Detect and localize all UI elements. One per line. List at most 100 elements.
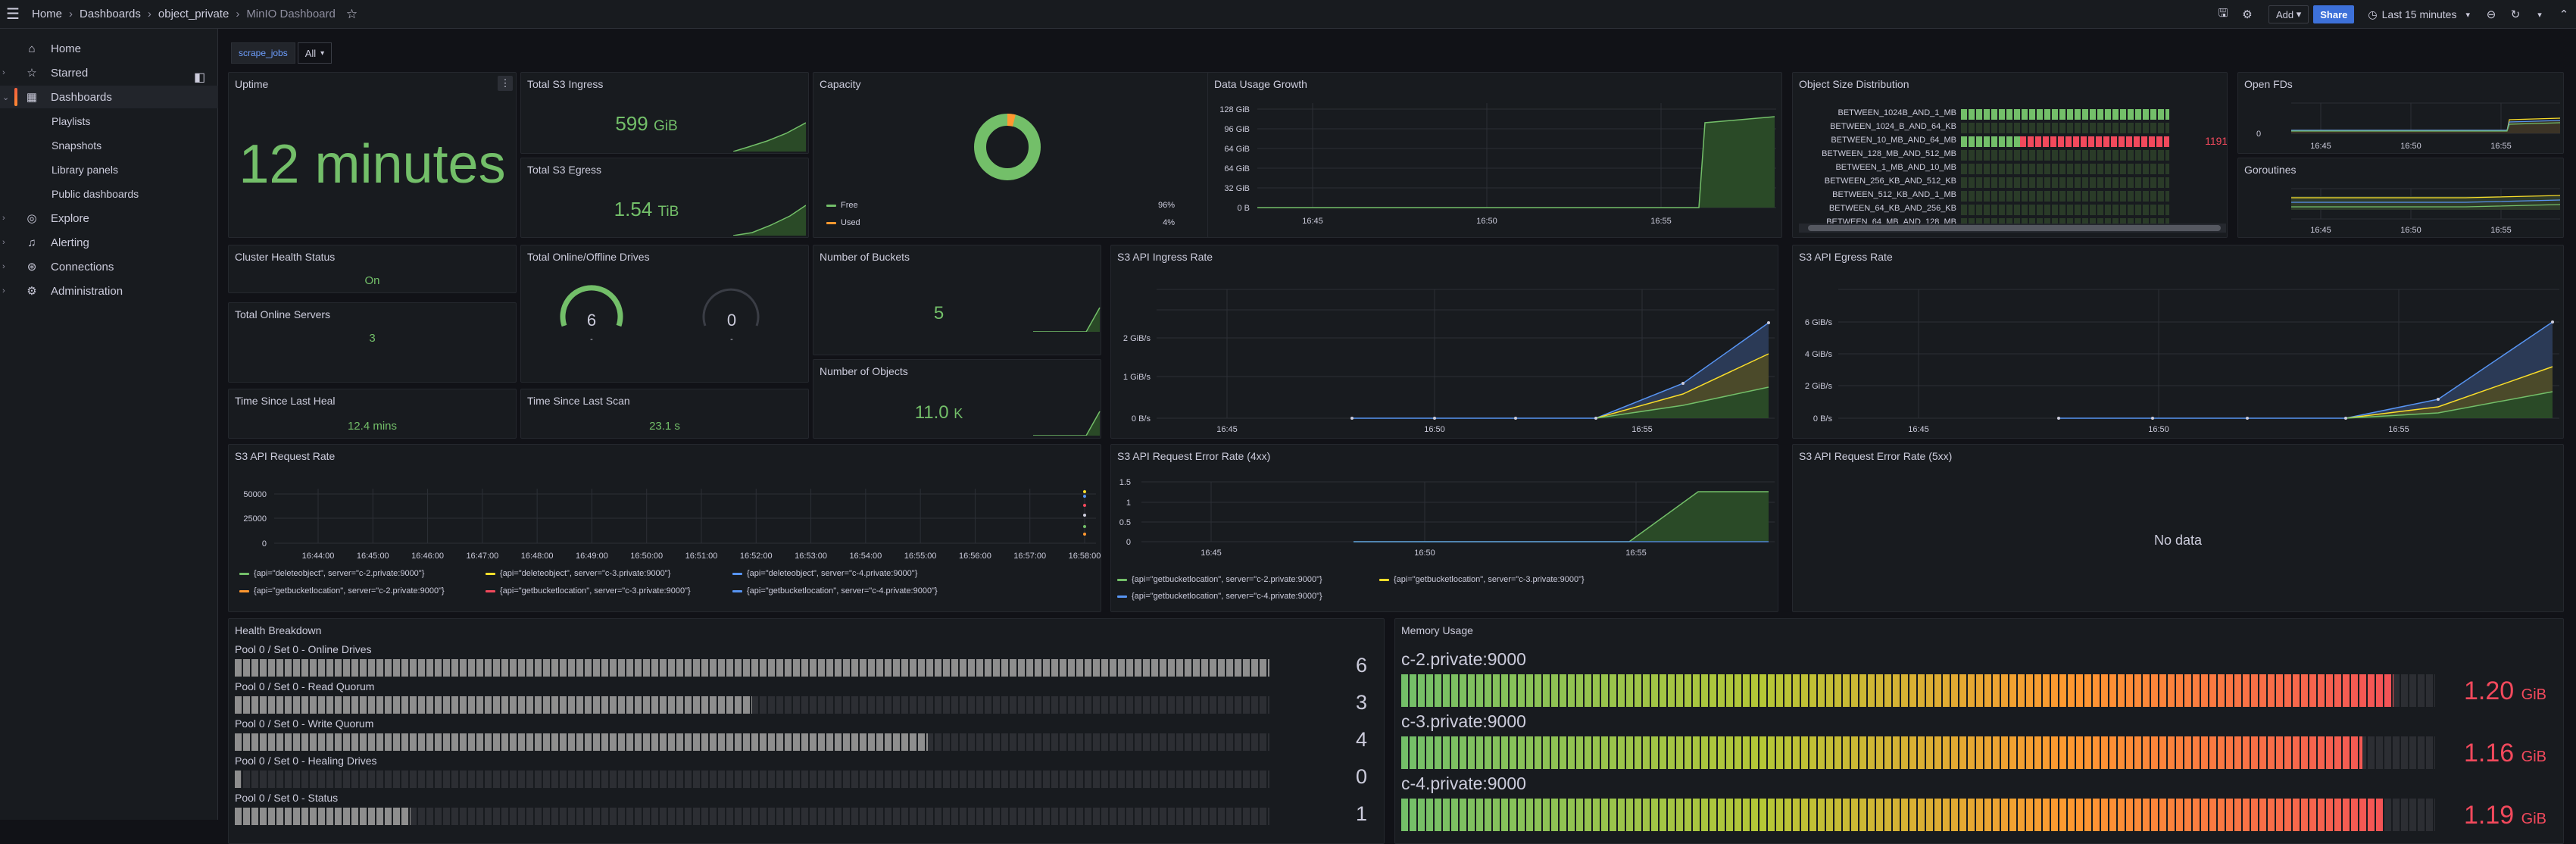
- sidebar-item-public-dashboards[interactable]: Public dashboards: [0, 183, 218, 205]
- x-tick: 16:45: [1302, 217, 1323, 226]
- sidebar-item-starred[interactable]: › ☆ Starred: [0, 61, 218, 84]
- panel-request-rate[interactable]: S3 API Request Rate 50000 25000 0 16:44:00…: [228, 444, 1101, 612]
- legend-item[interactable]: {api="deleteobject", server="c-3.private…: [486, 569, 670, 578]
- legend-swatch: [1117, 595, 1127, 598]
- chevron-right-icon[interactable]: ›: [2, 68, 5, 77]
- object-size-value: 0: [2172, 176, 2227, 188]
- breadcrumb-home[interactable]: Home: [32, 8, 62, 20]
- legend-item[interactable]: {api="getbucketlocation", server="c-2.pr…: [239, 586, 445, 595]
- chevron-right-icon[interactable]: ›: [2, 286, 5, 295]
- time-picker[interactable]: ◷ Last 15 minutes ▾: [2368, 8, 2470, 21]
- panel-objects[interactable]: Number of Objects 11.0 K: [813, 359, 1101, 439]
- panel-last-scan[interactable]: Time Since Last Scan 23.1 s: [520, 389, 809, 439]
- uptime-value: 12 minutes: [239, 134, 506, 195]
- health-bar-track: [235, 771, 1269, 788]
- panel-memory-usage[interactable]: Memory Usage c-2.private:9000 1.20 GiB c-3…: [1394, 618, 2564, 844]
- panel-open-fds[interactable]: Open FDs 0 16:45 16:50 16:55: [2237, 72, 2564, 154]
- y-tick: 64 GiB: [1224, 164, 1250, 173]
- menu-icon[interactable]: ☰: [3, 5, 23, 23]
- health-bar-fill: [235, 696, 752, 714]
- y-tick: 64 GiB: [1224, 145, 1250, 154]
- panel-total-ingress[interactable]: Total S3 Ingress 599 GiB: [520, 72, 809, 154]
- y-tick: 0: [1126, 538, 1131, 547]
- memory-unit: GiB: [2521, 686, 2546, 703]
- panel-online-servers[interactable]: Total Online Servers 3: [228, 302, 517, 383]
- chevron-down-icon[interactable]: ⌄: [2, 92, 9, 102]
- online-drives-value: 6: [586, 311, 597, 330]
- sidebar-item-alerting[interactable]: › ♫ Alerting: [0, 231, 218, 254]
- memory-label: c-2.private:9000: [1401, 649, 1526, 669]
- legend-item[interactable]: {api="getbucketlocation", server="c-3.pr…: [1379, 575, 1585, 584]
- refresh-icon[interactable]: ↻: [2503, 8, 2528, 21]
- egress-number: 1.54: [614, 198, 653, 220]
- x-tick: 16:56:00: [959, 552, 991, 561]
- zoom-out-icon[interactable]: ⊖: [2479, 8, 2503, 21]
- data-point: [2151, 417, 2154, 420]
- breadcrumb-separator: ›: [236, 8, 240, 20]
- health-value: 6: [1355, 654, 1367, 677]
- panel-data-usage-growth[interactable]: Data Usage Growth 128 GiB 96 GiB 64 GiB 64 …: [1207, 72, 1782, 238]
- sidebar-item-dashboards[interactable]: ⌄ ▦ Dashboards: [0, 86, 218, 108]
- legend-item[interactable]: {api="deleteobject", server="c-4.private…: [732, 569, 917, 578]
- x-tick: 16:54:00: [849, 552, 882, 561]
- sidebar-item-label: Administration: [51, 284, 123, 298]
- legend-item[interactable]: {api="getbucketlocation", server="c-4.pr…: [732, 586, 938, 595]
- add-button[interactable]: Add ▾: [2268, 5, 2309, 23]
- egress-sparkline: [733, 205, 806, 236]
- sidebar-item-administration[interactable]: › ⚙ Administration: [0, 280, 218, 302]
- panel-last-heal[interactable]: Time Since Last Heal 12.4 mins: [228, 389, 517, 439]
- sidebar-item-snapshots[interactable]: Snapshots: [0, 134, 218, 157]
- panel-error-5xx[interactable]: S3 API Request Error Rate (5xx) No data: [1792, 444, 2564, 612]
- x-tick: 16:44:00: [302, 552, 335, 561]
- breadcrumb-folder[interactable]: object_private: [158, 8, 229, 20]
- panel-egress-rate[interactable]: S3 API Egress Rate 6 GiB/s 4 GiB/s 2 GiB/s…: [1792, 245, 2564, 439]
- panel-goroutines[interactable]: Goroutines 16:45 16:50 16:55: [2237, 158, 2564, 238]
- horizontal-scrollbar[interactable]: [1799, 224, 2226, 233]
- objects-sparkline: [1033, 411, 1101, 436]
- data-point: [1083, 504, 1086, 507]
- panel-error-4xx[interactable]: S3 API Request Error Rate (4xx) 1.5 1 0.5 0…: [1110, 444, 1778, 612]
- panel-uptime[interactable]: Uptime ⋮ 12 minutes: [228, 72, 517, 238]
- y-tick: 32 GiB: [1224, 184, 1250, 193]
- gear-icon[interactable]: ⚙: [2235, 8, 2259, 21]
- chevron-down-icon[interactable]: ▾: [2528, 10, 2552, 20]
- sidebar-item-home[interactable]: ⌂ Home: [0, 37, 218, 60]
- legend-item[interactable]: {api="getbucketlocation", server="c-3.pr…: [486, 586, 691, 595]
- panel-ingress-rate[interactable]: S3 API Ingress Rate 2 GiB/s 1 GiB/s 0 B/s …: [1110, 245, 1778, 439]
- panel-buckets[interactable]: Number of Buckets 5: [813, 245, 1101, 355]
- breadcrumb: Home › Dashboards › object_private › Min…: [32, 8, 336, 20]
- panel-total-egress[interactable]: Total S3 Egress 1.54 TiB: [520, 158, 809, 238]
- chevron-right-icon[interactable]: ›: [2, 238, 5, 247]
- y-tick: 96 GiB: [1224, 125, 1250, 134]
- health-label: Pool 0 / Set 0 - Healing Drives: [235, 755, 377, 767]
- legend-swatch: [732, 572, 742, 575]
- panel-drives[interactable]: Total Online/Offline Drives 6 - 0 -: [520, 245, 809, 383]
- sidebar-item-playlists[interactable]: Playlists: [0, 110, 218, 133]
- y-tick: 0 B/s: [1132, 414, 1151, 424]
- legend-item[interactable]: {api="deleteobject", server="c-2.private…: [239, 569, 424, 578]
- breadcrumb-dashboards[interactable]: Dashboards: [80, 8, 141, 20]
- legend-item[interactable]: {api="getbucketlocation", server="c-4.pr…: [1117, 592, 1322, 601]
- health-value: 4: [1355, 728, 1367, 751]
- sidebar-item-connections[interactable]: › ⊛ Connections: [0, 255, 218, 278]
- panel-health-breakdown[interactable]: Health Breakdown Pool 0 / Set 0 - Online…: [228, 618, 1385, 844]
- panel-object-size-distribution[interactable]: Object Size Distribution BETWEEN_1024B_A…: [1792, 72, 2228, 238]
- home-icon: ⌂: [28, 42, 36, 55]
- sidebar-item-library-panels[interactable]: Library panels: [0, 158, 218, 181]
- chevron-down-icon: ▾: [2296, 8, 2302, 20]
- save-icon[interactable]: 🖫: [2211, 5, 2235, 24]
- data-point: [1681, 382, 1685, 385]
- scrollbar-thumb[interactable]: [1808, 225, 2221, 231]
- panel-menu-icon[interactable]: ⋮: [498, 76, 513, 91]
- chevron-right-icon[interactable]: ›: [2, 214, 5, 223]
- legend-item[interactable]: {api="getbucketlocation", server="c-2.pr…: [1117, 575, 1322, 584]
- star-icon[interactable]: ☆: [346, 7, 358, 22]
- collapse-icon[interactable]: ⌃: [2552, 8, 2576, 21]
- share-button[interactable]: Share: [2313, 5, 2355, 23]
- chevron-right-icon[interactable]: ›: [2, 262, 5, 271]
- chevron-down-icon: ▾: [2465, 10, 2470, 20]
- panel-cluster-health[interactable]: Cluster Health Status On: [228, 245, 517, 293]
- panel-title: Memory Usage: [1401, 624, 1473, 636]
- sidebar-item-explore[interactable]: › ◎ Explore: [0, 207, 218, 230]
- variable-select[interactable]: All ▾: [297, 42, 333, 64]
